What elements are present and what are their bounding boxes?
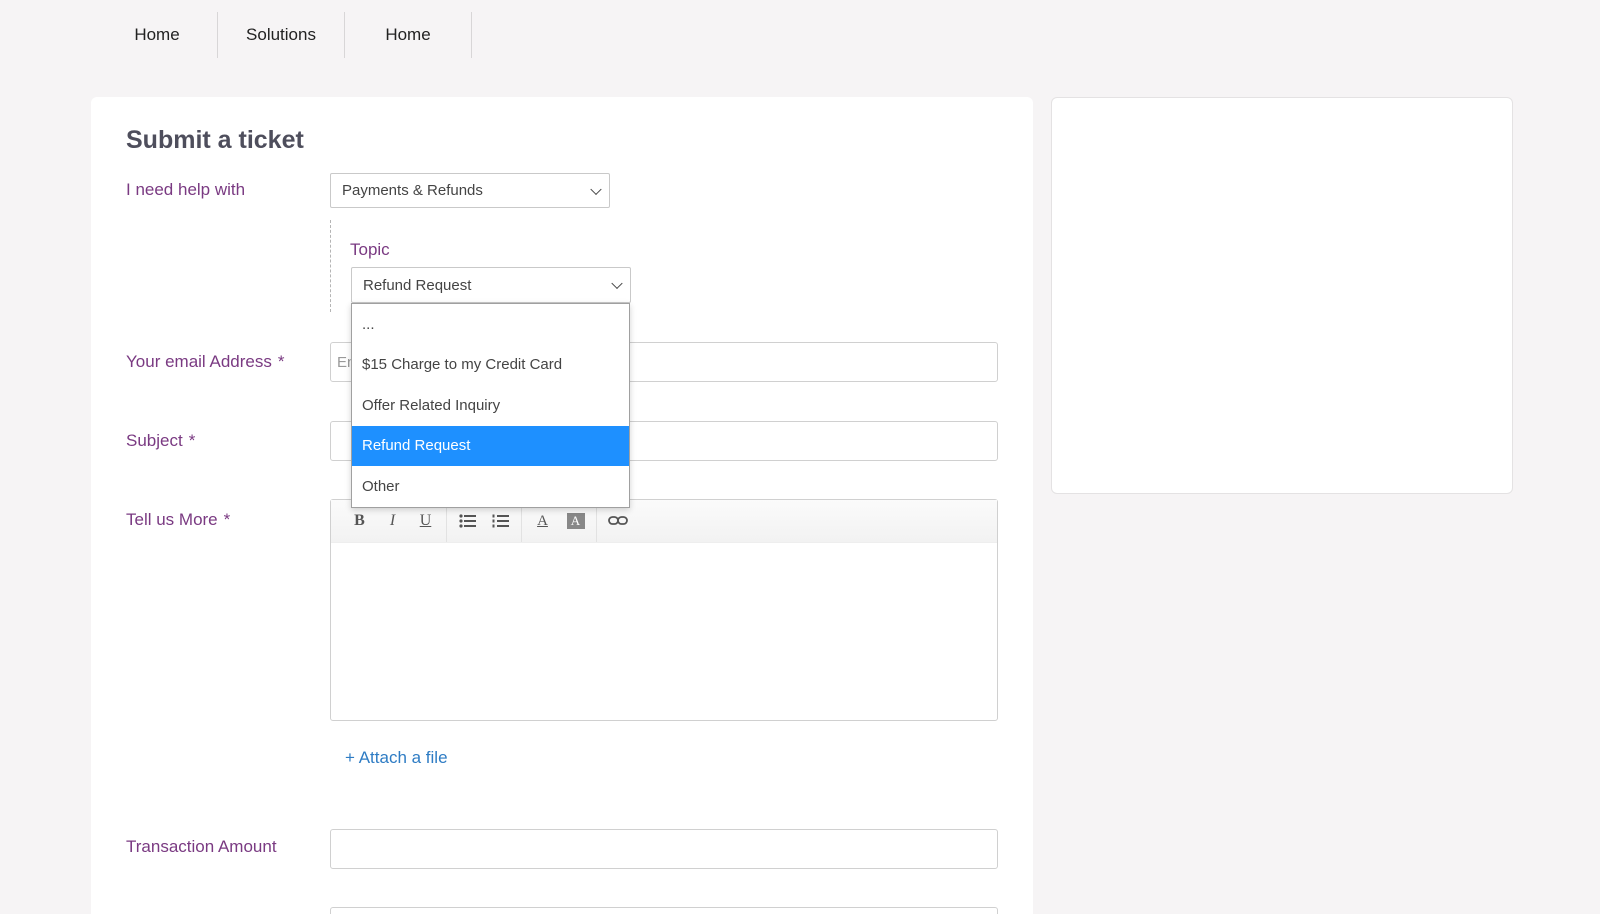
side-panel <box>1051 97 1513 494</box>
required-mark: * <box>277 352 285 371</box>
background-color-button[interactable]: A <box>559 506 592 536</box>
topic-option[interactable]: $15 Charge to my Credit Card <box>352 345 629 386</box>
help-label: I need help with <box>126 180 246 199</box>
topic-label: Topic <box>350 240 390 259</box>
font-color-button[interactable]: A <box>526 506 559 536</box>
required-mark: * <box>223 510 231 529</box>
transaction-amount-label: Transaction Amount <box>126 837 277 856</box>
next-field-input[interactable] <box>330 907 998 914</box>
nav-item-solutions[interactable]: Solutions <box>218 12 345 58</box>
topic-dropdown-list: ... $15 Charge to my Credit Card Offer R… <box>351 303 630 508</box>
topic-option[interactable]: Offer Related Inquiry <box>352 385 629 426</box>
page-title: Submit a ticket <box>126 126 304 154</box>
topic-option[interactable]: ... <box>352 304 629 345</box>
help-select-value: Payments & Refunds <box>342 182 483 199</box>
italic-button[interactable]: I <box>376 506 409 536</box>
chevron-down-icon <box>590 183 602 195</box>
topic-option-selected[interactable]: Refund Request <box>352 425 629 466</box>
link-icon <box>607 516 628 525</box>
transaction-amount-input[interactable] <box>330 829 998 869</box>
bullet-list-icon <box>458 514 476 528</box>
topic-select[interactable]: Refund Request <box>351 267 631 303</box>
numbered-list-button[interactable] <box>484 506 517 536</box>
required-mark: * <box>188 431 196 450</box>
bullet-list-button[interactable] <box>451 506 484 536</box>
dependent-field-divider <box>330 220 331 312</box>
topic-select-value: Refund Request <box>363 276 472 294</box>
nav-item-home-2[interactable]: Home <box>345 12 472 58</box>
top-nav: Home Solutions Home <box>97 12 472 58</box>
underline-button[interactable]: U <box>409 506 442 536</box>
topic-option[interactable]: Other <box>352 466 629 507</box>
background-color-icon: A <box>566 513 585 529</box>
bold-button[interactable]: B <box>343 506 376 536</box>
nav-item-home[interactable]: Home <box>97 12 218 58</box>
description-label: Tell us More * <box>126 510 231 529</box>
rich-text-editor[interactable]: B I U A A <box>330 499 998 721</box>
help-select[interactable]: Payments & Refunds <box>330 173 610 208</box>
numbered-list-icon <box>492 514 509 528</box>
chevron-down-icon <box>611 277 623 290</box>
insert-link-button[interactable] <box>601 506 634 536</box>
attach-file-link[interactable]: + Attach a file <box>345 748 448 768</box>
subject-label: Subject * <box>126 431 196 450</box>
email-label: Your email Address * <box>126 352 285 371</box>
